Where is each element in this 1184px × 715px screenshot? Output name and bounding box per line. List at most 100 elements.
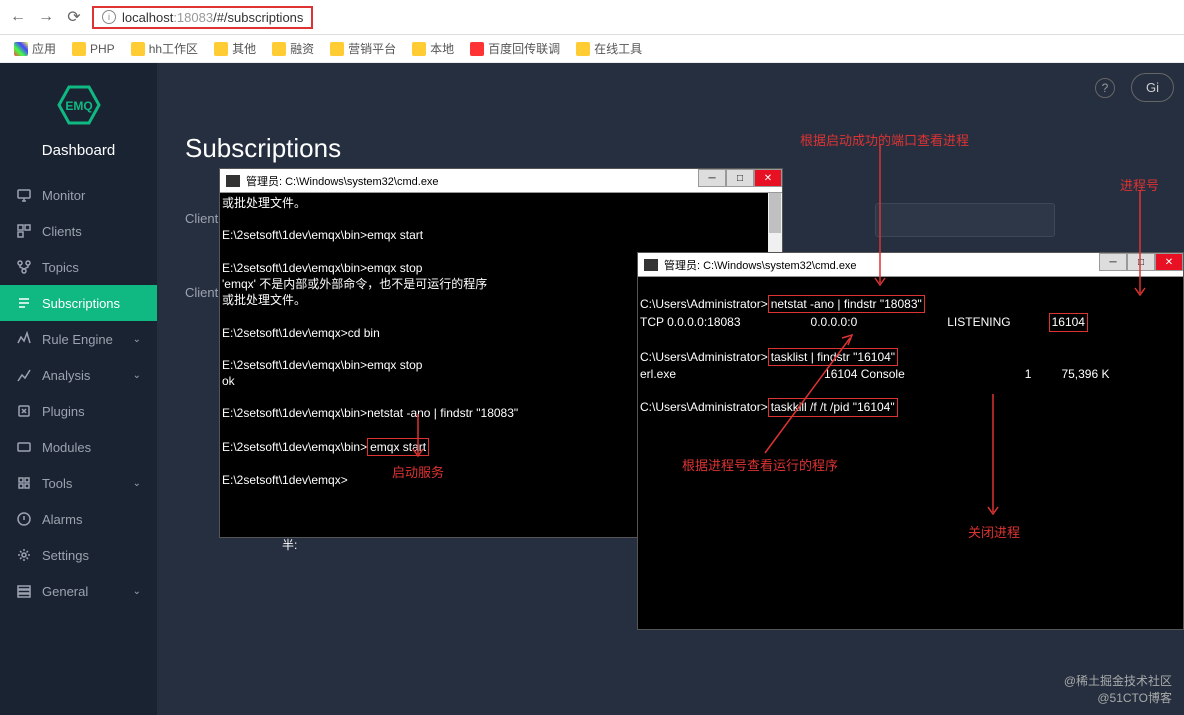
folder-icon [330,42,344,56]
terminal-titlebar[interactable]: 管理员: C:\Windows\system32\cmd.exe ─ □ ✕ [638,253,1183,277]
folder-icon [214,42,228,56]
modules-icon [16,439,32,455]
svg-text:EMQ: EMQ [65,99,92,113]
terminal-line: E:\2setsoft\1dev\emqx\bin>emqx start [222,227,780,243]
filter-input[interactable] [875,203,1055,237]
terminal-line: erl.exe16104 Console175,396 K [640,366,1181,382]
page-title: Subscriptions [185,133,341,164]
logo-area: EMQ Dashboard [0,63,157,177]
scrollbar-thumb[interactable] [769,193,781,233]
sidebar-menu: Monitor Clients Topics Subscriptions Rul… [0,177,157,715]
terminal-body[interactable]: C:\Users\Administrator>netstat -ano | fi… [638,277,1183,629]
arrow-icon [408,414,428,460]
topbar: ? Gi [1085,73,1184,102]
github-button[interactable]: Gi [1131,73,1174,102]
browser-toolbar: ← → ⟳ i localhost:18083/#/subscriptions [0,0,1184,35]
terminal-window-2[interactable]: 管理员: C:\Windows\system32\cmd.exe ─ □ ✕ C… [637,252,1184,630]
cmd-icon [644,259,658,271]
arrow-icon [870,145,890,290]
highlight-netstat: netstat -ano | findstr "18083" [768,295,925,313]
folder-icon [576,42,590,56]
sidebar-item-monitor[interactable]: Monitor [0,177,157,213]
terminal-line: C:\Users\Administrator>netstat -ano | fi… [640,295,1181,313]
sidebar-item-settings[interactable]: Settings [0,537,157,573]
forward-button[interactable]: → [36,7,56,27]
sidebar-item-label: Tools [42,476,72,491]
arrow-icon [983,394,1003,519]
minimize-button[interactable]: ─ [698,169,726,187]
terminal-title: 管理员: C:\Windows\system32\cmd.exe [246,173,439,189]
url-bar[interactable]: i localhost:18083/#/subscriptions [92,6,313,29]
url-text: localhost:18083/#/subscriptions [122,10,303,25]
apps-icon [14,42,28,56]
annotation-kill-process: 关闭进程 [968,522,1020,541]
folder-icon [272,42,286,56]
sidebar-item-tools[interactable]: Tools ⌄ [0,465,157,501]
sidebar-item-rule-engine[interactable]: Rule Engine⌄ [0,321,157,357]
sidebar: EMQ Dashboard Monitor Clients Topics Sub… [0,63,157,715]
chevron-down-icon: ⌄ [133,478,141,489]
minimize-button[interactable]: ─ [1099,253,1127,271]
terminal-line: C:\Users\Administrator>tasklist | findst… [640,348,1181,366]
maximize-button[interactable]: □ [726,169,754,187]
chevron-down-icon: ⌄ [133,586,141,597]
sidebar-item-label: Alarms [42,512,82,527]
arrow-icon [1130,190,1150,300]
rule-icon [16,331,32,347]
tools-icon [16,475,32,491]
sidebar-item-alarms[interactable]: Alarms [0,501,157,537]
apps-button[interactable]: 应用 [8,38,62,59]
arrow-icon [760,333,860,458]
close-button[interactable]: ✕ [1155,253,1183,271]
sidebar-item-label: Analysis [42,368,90,383]
plugins-icon [16,403,32,419]
folder-icon [131,42,145,56]
help-icon[interactable]: ? [1095,78,1115,98]
sidebar-item-general[interactable]: General ⌄ [0,573,157,609]
terminal-line: TCP 0.0.0.0:180830.0.0.0:0LISTENING16104 [640,313,1181,331]
bookmark-item[interactable]: 百度回传联调 [464,38,566,59]
sidebar-item-label: General [42,584,88,599]
subscriptions-icon [16,295,32,311]
sidebar-item-analysis[interactable]: Analysis ⌄ [0,357,157,393]
sidebar-item-clients[interactable]: Clients [0,213,157,249]
back-button[interactable]: ← [8,7,28,27]
close-button[interactable]: ✕ [754,169,782,187]
baidu-icon [470,42,484,56]
gear-icon [16,547,32,563]
topics-icon [16,259,32,275]
bookmark-item[interactable]: PHP [66,40,121,58]
sidebar-item-label: Settings [42,548,89,563]
sidebar-item-modules[interactable]: Modules [0,429,157,465]
alarms-icon [16,511,32,527]
watermark: @稀土掘金技术社区 @51CTO博客 [1064,673,1172,707]
bookmark-item[interactable]: 在线工具 [570,38,648,59]
sidebar-item-label: Plugins [42,404,85,419]
sidebar-item-label: Subscriptions [42,296,120,311]
sidebar-item-subscriptions[interactable]: Subscriptions [0,285,157,321]
sidebar-item-plugins[interactable]: Plugins [0,393,157,429]
sidebar-item-label: Clients [42,224,82,239]
sidebar-item-label: Rule Engine [42,332,113,347]
terminal-titlebar[interactable]: 管理员: C:\Windows\system32\cmd.exe ─ □ ✕ [220,169,782,193]
bookmarks-bar: 应用 PHP hh工作区 其他 融资 营销平台 本地 百度回传联调 在线工具 [0,35,1184,63]
clients-icon [16,223,32,239]
highlight-pid: 16104 [1049,313,1088,331]
bookmark-item[interactable]: hh工作区 [125,38,204,59]
reload-button[interactable]: ⟳ [64,7,84,27]
bookmark-item[interactable]: 营销平台 [324,38,402,59]
sidebar-item-label: Modules [42,440,91,455]
folder-icon [412,42,426,56]
cmd-icon [226,175,240,187]
bookmark-item[interactable]: 融资 [266,38,320,59]
sidebar-item-label: Monitor [42,188,85,203]
sidebar-item-topics[interactable]: Topics [0,249,157,285]
analysis-icon [16,367,32,383]
folder-icon [72,42,86,56]
bookmark-item[interactable]: 其他 [208,38,262,59]
monitor-icon [16,187,32,203]
terminal-line: 或批处理文件。 [222,195,780,211]
bookmark-item[interactable]: 本地 [406,38,460,59]
annotation-start-service: 启动服务 [392,462,444,481]
chevron-down-icon: ⌄ [133,370,141,381]
